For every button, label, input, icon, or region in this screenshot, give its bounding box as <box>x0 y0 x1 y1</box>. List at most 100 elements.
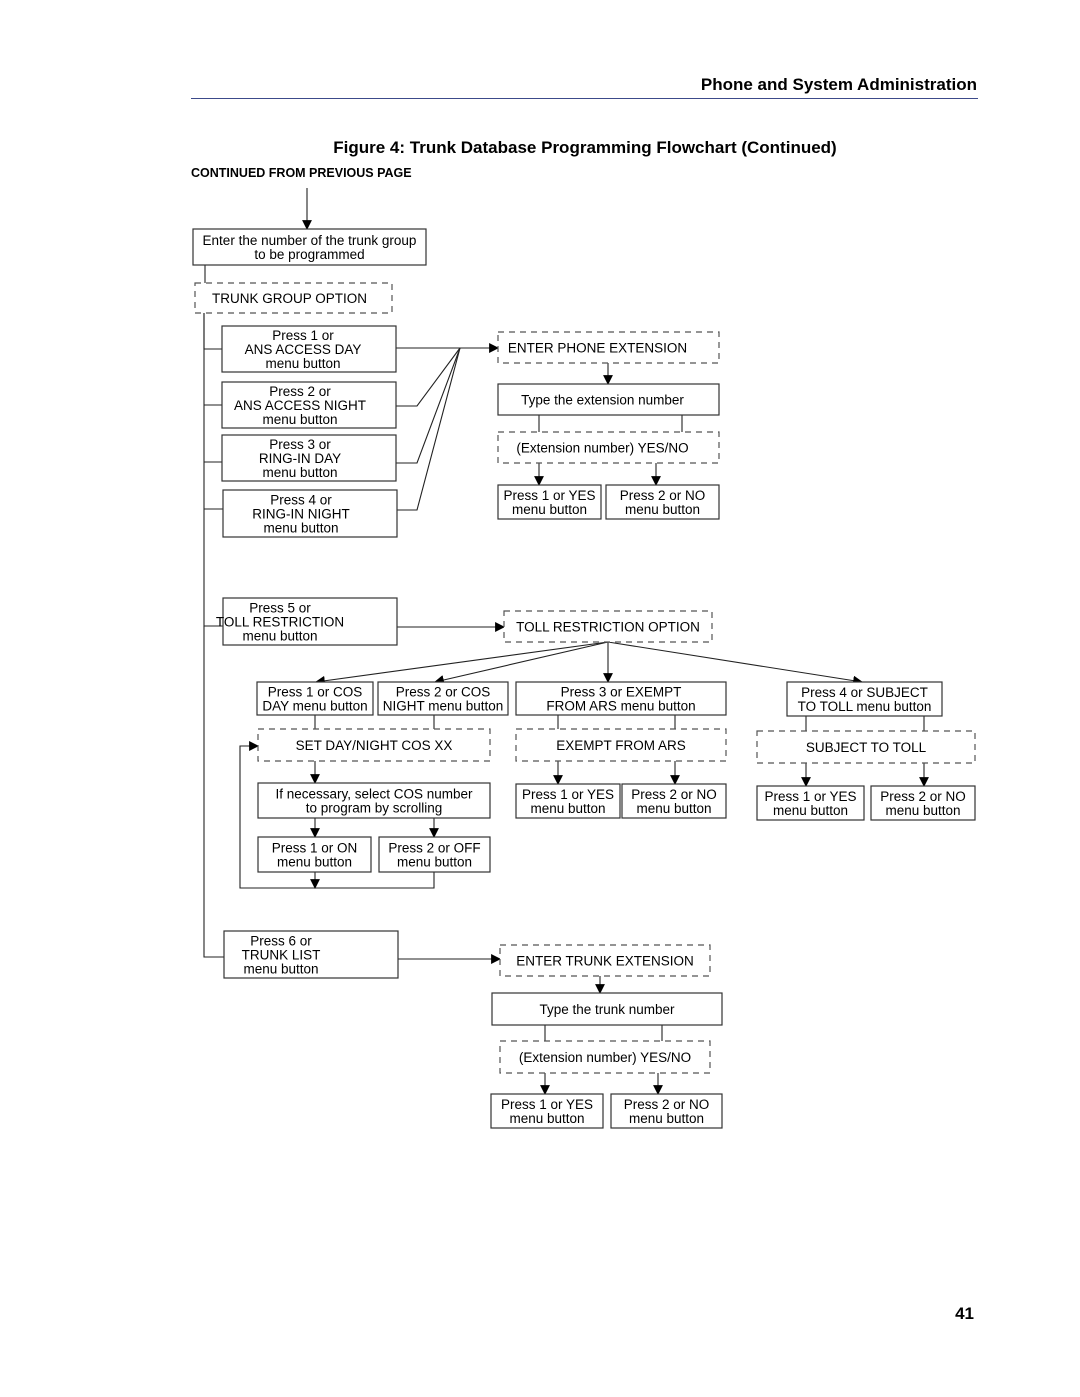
node-subject-to-toll: SUBJECT TO TOLL <box>756 730 976 764</box>
node-label: RING-IN NIGHT <box>252 507 350 522</box>
node-label: menu button <box>265 356 340 371</box>
node-label: Press 4 or <box>270 493 332 508</box>
node-label: EXEMPT FROM ARS <box>556 738 686 753</box>
node-label: Press 1 or YES <box>522 787 614 802</box>
node-label: Press 2 or NO <box>620 488 706 503</box>
node-type-extension-number: Type the extension number <box>497 383 720 416</box>
connector-trunk-group-option-to-trunk-list <box>203 626 224 958</box>
node-label: Press 2 or NO <box>624 1097 710 1112</box>
node-ans-access-day: Press 1 orANS ACCESS DAYmenu button <box>221 325 397 373</box>
node-enter-trunk-extension: ENTER TRUNK EXTENSION <box>499 944 711 977</box>
node-label: SET DAY/NIGHT COS XX <box>296 738 453 753</box>
node-subject-to-toll-button: Press 4 or SUBJECTTO TOLL menu button <box>786 681 943 717</box>
node-select-cos-number: If necessary, select COS numberto progra… <box>257 782 491 819</box>
node-enter-phone-extension: ENTER PHONE EXTENSION <box>497 331 720 364</box>
node-label: TRUNK GROUP OPTION <box>212 291 367 306</box>
node-label: Press 3 or <box>269 437 331 452</box>
node-label: RING-IN DAY <box>259 451 341 466</box>
connector-trunk-group-option-to-toll-restriction <box>203 313 223 627</box>
node-label: menu button <box>509 1111 584 1126</box>
node-label: Press 1 or ON <box>272 841 358 856</box>
node-label: Press 2 or <box>269 384 331 399</box>
connector-ans-access-night-to-enter-phone-extension <box>396 347 461 407</box>
node-label: Press 3 or EXEMPT <box>561 685 682 700</box>
node-set-day-night-cos: SET DAY/NIGHT COS XX <box>257 728 491 762</box>
node-cos-night: Press 2 or COSNIGHT menu button <box>377 681 509 716</box>
node-label: menu button <box>773 803 848 818</box>
node-label: DAY menu button <box>262 699 367 714</box>
node-label: menu button <box>262 465 337 480</box>
node-label: NIGHT menu button <box>383 699 504 714</box>
node-label: menu button <box>397 855 472 870</box>
node-cos-off: Press 2 or OFFmenu button <box>378 836 491 873</box>
node-ext-yes-2: Press 1 or YESmenu button <box>490 1093 604 1129</box>
node-enter-trunk-group: Enter the number of the trunk groupto be… <box>192 228 427 266</box>
node-label: TOLL RESTRICTION <box>216 615 344 630</box>
node-label: Enter the number of the trunk group <box>203 233 417 248</box>
node-label: TRUNK LIST <box>242 948 321 963</box>
node-ars-yes: Press 1 or YESmenu button <box>515 783 621 819</box>
node-label: Press 1 or <box>272 328 334 343</box>
node-extension-yes-no-2: (Extension number) YES/NO <box>499 1040 711 1074</box>
node-label: TOLL RESTRICTION OPTION <box>516 620 700 635</box>
node-label: Press 5 or <box>249 601 311 616</box>
node-label: Press 2 or COS <box>396 685 491 700</box>
node-label: to program by scrolling <box>306 801 443 816</box>
node-label: TO TOLL menu button <box>798 699 932 714</box>
node-label: Press 2 or NO <box>631 787 717 802</box>
node-label: Press 1 or YES <box>503 488 595 503</box>
node-cos-on: Press 1 or ONmenu button <box>257 836 372 873</box>
node-ext-no-1: Press 2 or NOmenu button <box>605 484 720 520</box>
node-label: If necessary, select COS number <box>275 787 473 802</box>
node-trunk-group-option: TRUNK GROUP OPTION <box>194 282 393 314</box>
flowchart: Enter the number of the trunk groupto be… <box>192 188 976 1129</box>
node-label: ENTER TRUNK EXTENSION <box>516 954 694 969</box>
node-label: menu button <box>277 855 352 870</box>
node-label: ANS ACCESS NIGHT <box>234 398 366 413</box>
page-number: 41 <box>955 1304 974 1323</box>
node-label: SUBJECT TO TOLL <box>806 740 927 755</box>
node-toll-restriction-option: TOLL RESTRICTION OPTION <box>503 610 713 643</box>
node-label: (Extension number) YES/NO <box>516 441 688 456</box>
node-label: Type the trunk number <box>539 1002 675 1017</box>
node-type-trunk-number: Type the trunk number <box>491 992 723 1026</box>
node-label: FROM ARS menu button <box>546 699 695 714</box>
node-exempt-from-ars-button: Press 3 or EXEMPTFROM ARS menu button <box>515 681 727 716</box>
node-ext-yes-1: Press 1 or YESmenu button <box>497 484 602 520</box>
node-label: Press 6 or <box>250 934 312 949</box>
node-label: Press 1 or YES <box>501 1097 593 1112</box>
node-label: Press 1 or COS <box>268 685 363 700</box>
node-exempt-from-ars: EXEMPT FROM ARS <box>515 728 727 762</box>
node-ars-no: Press 2 or NOmenu button <box>621 783 727 819</box>
node-toll-restriction: Press 5 orTOLL RESTRICTIONmenu button <box>216 597 398 646</box>
node-ring-in-night: Press 4 orRING-IN NIGHTmenu button <box>222 489 398 538</box>
node-label: menu button <box>636 801 711 816</box>
node-label: Press 4 or SUBJECT <box>801 685 928 700</box>
node-label: menu button <box>512 502 587 517</box>
node-label: ENTER PHONE EXTENSION <box>508 341 687 356</box>
node-label: to be programmed <box>254 247 364 262</box>
node-toll-no: Press 2 or NOmenu button <box>870 785 976 821</box>
connector-toll-restriction-option-to-subject-to-toll-button <box>607 641 863 686</box>
node-label: menu button <box>530 801 605 816</box>
node-label: menu button <box>262 412 337 427</box>
node-label: menu button <box>885 803 960 818</box>
node-label: (Extension number) YES/NO <box>519 1050 691 1065</box>
node-ext-no-2: Press 2 or NOmenu button <box>610 1093 723 1129</box>
node-trunk-list: Press 6 orTRUNK LISTmenu button <box>223 930 399 979</box>
node-toll-yes: Press 1 or YESmenu button <box>756 785 865 821</box>
node-label: menu button <box>625 502 700 517</box>
node-ans-access-night: Press 2 orANS ACCESS NIGHTmenu button <box>221 381 397 429</box>
node-label: menu button <box>242 629 317 644</box>
connector-trunk-group-option-to-ans-access-day <box>203 313 222 350</box>
node-extension-yes-no-1: (Extension number) YES/NO <box>497 431 720 464</box>
node-label: Press 2 or NO <box>880 789 966 804</box>
node-label: menu button <box>263 521 338 536</box>
node-cos-day: Press 1 or COSDAY menu button <box>256 681 374 716</box>
node-label: Press 1 or YES <box>764 789 856 804</box>
node-label: Press 2 or OFF <box>388 841 480 856</box>
node-ring-in-day: Press 3 orRING-IN DAYmenu button <box>221 434 397 482</box>
node-label: ANS ACCESS DAY <box>245 342 362 357</box>
node-label: menu button <box>243 962 318 977</box>
node-label: Type the extension number <box>521 393 684 408</box>
